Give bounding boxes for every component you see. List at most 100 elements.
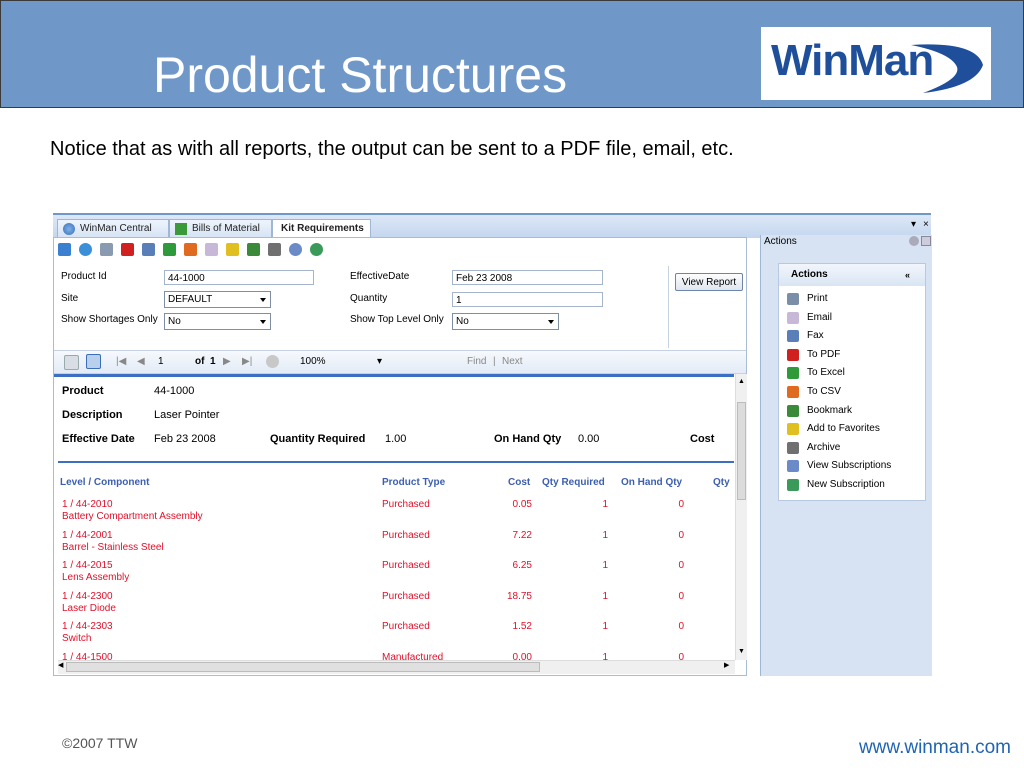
previous-page-icon[interactable]: ◀ (137, 356, 145, 367)
scroll-up-icon[interactable]: ▲ (738, 378, 745, 385)
scroll-left-icon[interactable]: ◀ (58, 661, 63, 669)
next-link[interactable]: Next (502, 356, 523, 367)
row-component: Switch (62, 633, 92, 644)
back-icon[interactable] (58, 243, 71, 256)
row-qty-required: 1 (602, 529, 608, 541)
chevron-down-icon (260, 298, 266, 302)
param-divider (668, 266, 669, 348)
top-level-select[interactable]: No (452, 313, 559, 330)
action-label: To PDF (807, 348, 841, 360)
total-pages: 1 (210, 356, 216, 367)
product-id-label: Product Id (61, 271, 107, 282)
row-level: 1 / 44-2015 (62, 560, 113, 571)
print-icon[interactable] (100, 243, 113, 256)
quantity-input[interactable]: 1 (452, 292, 603, 307)
action-label: Print (807, 293, 828, 304)
favorites-icon[interactable] (226, 243, 239, 256)
col-header-qty: Qty (713, 477, 730, 488)
fax-icon[interactable] (142, 243, 155, 256)
last-page-icon[interactable]: ▶| (242, 356, 252, 367)
excel-icon[interactable] (163, 243, 176, 256)
product-id-input[interactable]: 44-1000 (164, 270, 314, 285)
of-label: of (195, 356, 205, 367)
next-page-icon[interactable]: ▶ (223, 356, 231, 367)
home-icon (63, 223, 75, 235)
row-component: Barrel - Stainless Steel (62, 541, 164, 553)
notice-text: Notice that as with all reports, the out… (50, 138, 734, 160)
archive-icon (787, 441, 799, 454)
zoom-select[interactable]: 100% (300, 356, 326, 367)
report-pane: Product Id 44-1000 Site DEFAULT Show Sho… (53, 237, 747, 676)
row-on-hand: 0 (678, 560, 684, 571)
on-hand-label: On Hand Qty (494, 433, 562, 445)
first-page-icon[interactable]: |◀ (116, 356, 126, 367)
collapse-icon[interactable]: « (905, 264, 910, 286)
tab-kit-requirements[interactable]: Kit Requirements (272, 219, 371, 237)
shortages-select-value: No (168, 316, 181, 327)
site-label: Site (61, 293, 79, 304)
winman-logo: WinMan (761, 27, 991, 100)
row-on-hand: 0 (678, 499, 684, 510)
csv-icon[interactable] (184, 243, 197, 256)
col-header-level-component: Level / Component (60, 477, 150, 488)
favorites-icon (787, 423, 799, 436)
parameters-toggle-icon[interactable] (86, 354, 101, 369)
actions-box-header[interactable]: Actions « (779, 264, 925, 286)
tab-bills-of-material[interactable]: Bills of Material (169, 219, 272, 237)
horizontal-scroll-thumb[interactable] (66, 662, 540, 672)
horizontal-scrollbar[interactable]: ◀ ▶ (58, 660, 735, 674)
row-cost: 7.22 (512, 529, 532, 541)
row-qty-required: 1 (602, 590, 608, 602)
row-component: Laser Diode (62, 602, 116, 614)
vertical-scroll-thumb[interactable] (737, 402, 746, 500)
tab-label: Bills of Material (192, 223, 260, 234)
document-map-icon[interactable] (64, 355, 79, 370)
action-label: Email (807, 311, 833, 323)
action-label: Bookmark (807, 404, 853, 416)
logo-swoosh-icon (911, 44, 983, 93)
archive-icon[interactable] (268, 243, 281, 256)
action-label: To Excel (807, 367, 845, 379)
zoom-dropdown-icon[interactable]: ▾ (377, 356, 382, 367)
email-icon[interactable] (205, 243, 218, 256)
row-on-hand: 0 (678, 529, 684, 541)
csv-icon (787, 386, 799, 398)
page-number-input[interactable]: 1 (158, 356, 164, 367)
actions-box: Actions « Print Email Fax To PDF To Excel To … (778, 263, 926, 501)
scroll-down-icon[interactable]: ▼ (738, 648, 745, 655)
row-cost: 6.25 (512, 560, 532, 571)
col-header-qty-required: Qty Required (542, 477, 605, 488)
refresh-icon[interactable] (79, 243, 92, 256)
tab-winman-central[interactable]: WinMan Central (57, 219, 169, 237)
find-link[interactable]: Find (467, 356, 486, 367)
pdf-icon[interactable] (121, 243, 134, 256)
close-pane-icon[interactable] (921, 236, 931, 246)
row-cost: 18.75 (506, 590, 532, 602)
actions-pane-title: Actions (764, 236, 797, 247)
tab-label: WinMan Central (80, 223, 152, 234)
top-level-label: Show Top Level Only (350, 314, 444, 325)
chevron-down-icon (260, 320, 266, 324)
close-icon[interactable]: × (923, 219, 929, 230)
chevron-down-icon (548, 320, 554, 324)
vertical-scrollbar[interactable]: ▲ ▼ (735, 374, 747, 660)
view-report-button[interactable]: View Report (675, 273, 743, 291)
new-subscription-icon[interactable] (310, 243, 323, 256)
product-label: Product (62, 385, 104, 397)
header-divider (58, 461, 734, 463)
excel-icon (787, 367, 799, 380)
row-component: Battery Compartment Assembly (62, 511, 203, 522)
shortages-select[interactable]: No (164, 313, 271, 330)
pin-icon[interactable] (909, 236, 919, 246)
view-subscriptions-icon[interactable] (289, 243, 302, 256)
row-product-type: Purchased (382, 529, 430, 541)
effective-date-input[interactable]: Feb 23 2008 (452, 270, 603, 285)
fax-icon (787, 330, 799, 343)
site-select[interactable]: DEFAULT (164, 291, 271, 308)
stop-icon[interactable] (266, 355, 279, 368)
scroll-right-icon[interactable]: ▶ (724, 661, 729, 669)
bookmark-icon[interactable] (247, 243, 260, 256)
col-header-cost: Cost (508, 477, 531, 488)
effective-date-header-label: Effective Date (62, 433, 135, 445)
tab-dropdown-icon[interactable]: ▾ (911, 219, 916, 230)
